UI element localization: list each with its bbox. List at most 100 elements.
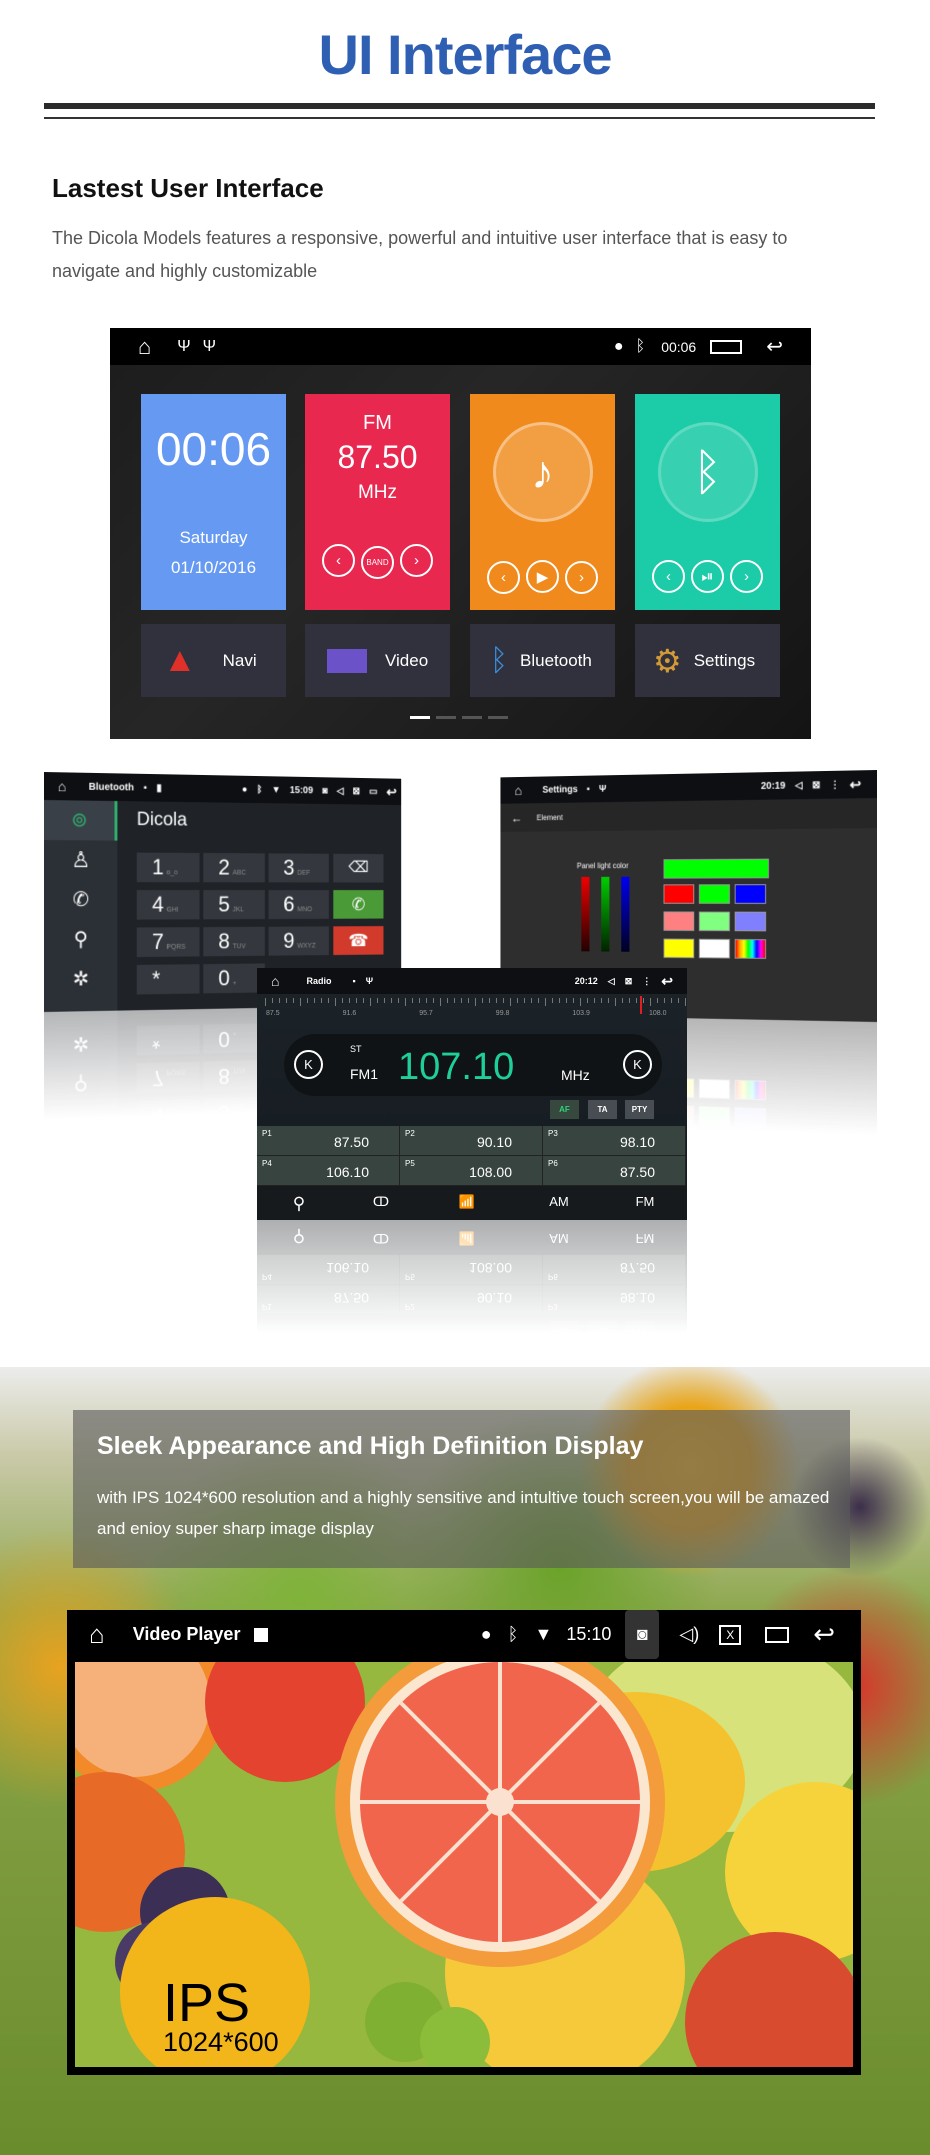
preset-number: P2 xyxy=(405,1129,415,1138)
antenna-icon[interactable]: 📶 xyxy=(437,1194,497,1210)
color-swatch[interactable] xyxy=(734,911,767,932)
app-navi[interactable]: ▲ Navi xyxy=(141,624,286,697)
menu-icon[interactable]: ⋮ xyxy=(830,779,840,790)
fruit-video-frame[interactable]: IPS 1024*600 xyxy=(75,1662,853,2067)
back-icon[interactable]: ↩ xyxy=(850,776,862,793)
app-bluetooth[interactable]: ᛒ Bluetooth xyxy=(470,624,615,697)
section-title: Element xyxy=(536,812,563,822)
home-icon[interactable]: ⌂ xyxy=(138,334,151,360)
radio-widget[interactable]: FM 87.50 MHz ‹ BAND › xyxy=(305,394,450,610)
pty-button[interactable]: PTY xyxy=(625,1100,654,1119)
recent-apps-icon[interactable] xyxy=(765,1626,790,1643)
band-button[interactable]: BAND xyxy=(361,546,394,579)
dial-key[interactable]: 4 GHI xyxy=(136,890,200,920)
preset-button[interactable]: P3 98.10 xyxy=(543,1126,686,1156)
back-icon[interactable]: ↩ xyxy=(386,784,396,800)
dial-key[interactable]: 1 o_o xyxy=(136,852,200,883)
bluetooth-settings-icon[interactable]: ✲ xyxy=(44,959,117,1000)
menu-icon[interactable]: ⋮ xyxy=(642,976,651,987)
scale-tick xyxy=(356,998,357,1003)
call-button[interactable]: ✆ xyxy=(333,890,384,919)
preset-button[interactable]: P2 90.10 xyxy=(400,1126,543,1156)
dial-key[interactable]: * xyxy=(136,964,200,995)
next-icon[interactable]: › xyxy=(730,560,763,593)
search-icon[interactable]: ⚲ xyxy=(44,920,117,960)
loop-icon[interactable]: ↀ xyxy=(351,1194,411,1210)
ta-button[interactable]: TA xyxy=(588,1100,617,1119)
close-screen-icon[interactable]: X xyxy=(719,1624,742,1645)
volume-icon[interactable]: ◁ xyxy=(337,786,344,797)
dial-key[interactable]: 0 + xyxy=(203,963,265,994)
dialpad-icon[interactable]: ⊚ xyxy=(44,800,118,841)
call-log-icon[interactable]: ✆ xyxy=(44,880,117,920)
volume-icon[interactable]: ◁) xyxy=(679,1624,699,1645)
camera-icon[interactable]: ◙ xyxy=(625,1610,660,1659)
search-icon[interactable]: ⚲ xyxy=(269,1194,329,1214)
play-pause-icon[interactable]: ⏯ xyxy=(691,560,724,593)
home-icon[interactable]: ⌂ xyxy=(58,778,66,794)
clock-widget[interactable]: 00:06 Saturday 01/10/2016 xyxy=(141,394,286,610)
app-video[interactable]: Video xyxy=(305,624,450,697)
screen-title: Bluetooth xyxy=(88,781,134,793)
seek-forward-icon[interactable]: K xyxy=(623,1050,652,1079)
key-letters: MNO xyxy=(297,906,313,914)
preset-button[interactable]: P1 87.50 xyxy=(257,1126,400,1156)
play-icon[interactable]: ▶ xyxy=(526,560,559,593)
close-screen-icon[interactable]: ⊠ xyxy=(812,780,820,791)
close-screen-icon[interactable]: ⊠ xyxy=(353,786,361,797)
back-icon[interactable]: ↩ xyxy=(661,973,673,990)
scale-tick xyxy=(447,998,448,1003)
prev-icon[interactable]: ‹ xyxy=(322,544,355,577)
contacts-icon[interactable]: ♙ xyxy=(44,840,117,880)
camera-icon[interactable]: ◙ xyxy=(322,785,327,796)
back-icon[interactable]: ↩ xyxy=(766,334,783,359)
music-widget[interactable]: ♪ ‹ ▶ › xyxy=(470,394,615,610)
volume-icon[interactable]: ◁ xyxy=(608,976,615,987)
am-button[interactable]: AM xyxy=(529,1194,589,1209)
backspace-button[interactable]: ⌫ xyxy=(333,853,384,883)
dial-key[interactable]: 8 TUV xyxy=(203,926,265,957)
page-indicator[interactable] xyxy=(410,716,508,719)
fm-button[interactable]: FM xyxy=(615,1194,675,1209)
dial-key[interactable]: 6 MNO xyxy=(268,890,329,920)
volume-icon[interactable]: ◁ xyxy=(795,780,802,791)
scale-tick xyxy=(391,998,392,1003)
next-icon[interactable]: › xyxy=(400,544,433,577)
dial-key[interactable]: 2 ABC xyxy=(203,852,265,883)
dial-key[interactable]: 3 DEF xyxy=(268,853,329,883)
preset-button[interactable]: P6 87.50 xyxy=(543,1156,686,1186)
af-button[interactable]: AF xyxy=(550,1100,579,1119)
color-swatch[interactable] xyxy=(698,938,730,959)
preset-button[interactable]: P5 108.00 xyxy=(400,1156,543,1186)
color-swatch[interactable] xyxy=(698,884,730,904)
home-icon[interactable]: ⌂ xyxy=(89,1619,105,1650)
home-icon[interactable]: ⌂ xyxy=(271,973,279,989)
close-screen-icon[interactable]: ⊠ xyxy=(625,976,633,987)
color-swatch[interactable] xyxy=(734,939,767,959)
color-swatch[interactable] xyxy=(698,911,730,932)
hang-up-button[interactable]: ☎ xyxy=(333,926,384,956)
dial-key[interactable]: 9 WXYZ xyxy=(268,926,329,956)
seek-back-icon[interactable]: K xyxy=(294,1050,323,1079)
app-settings[interactable]: ⚙ Settings xyxy=(635,624,780,697)
preset-button[interactable]: P4 106.10 xyxy=(257,1156,400,1186)
dial-key[interactable]: 5 JKL xyxy=(203,890,265,920)
color-swatch[interactable] xyxy=(663,911,695,931)
back-icon[interactable]: ↩ xyxy=(813,1619,835,1650)
home-icon[interactable]: ⌂ xyxy=(515,783,522,798)
prev-icon[interactable]: ‹ xyxy=(652,560,685,593)
back-arrow-icon[interactable]: ← xyxy=(511,811,522,825)
color-swatch[interactable] xyxy=(663,884,695,904)
prev-icon[interactable]: ‹ xyxy=(487,560,520,594)
dial-key[interactable]: 7 PQRS xyxy=(136,927,200,958)
recent-apps-icon[interactable]: ▭ xyxy=(369,786,377,797)
next-icon[interactable]: › xyxy=(565,560,598,594)
red-slider[interactable] xyxy=(581,876,590,952)
recent-apps-icon[interactable] xyxy=(710,339,743,354)
blue-slider[interactable] xyxy=(621,876,630,952)
color-swatch[interactable] xyxy=(734,884,767,904)
green-slider[interactable] xyxy=(601,876,610,952)
tuning-marker[interactable] xyxy=(640,996,643,1014)
color-swatch[interactable] xyxy=(663,938,695,959)
bluetooth-widget[interactable]: ᛒ ‹ ⏯ › xyxy=(635,394,780,610)
